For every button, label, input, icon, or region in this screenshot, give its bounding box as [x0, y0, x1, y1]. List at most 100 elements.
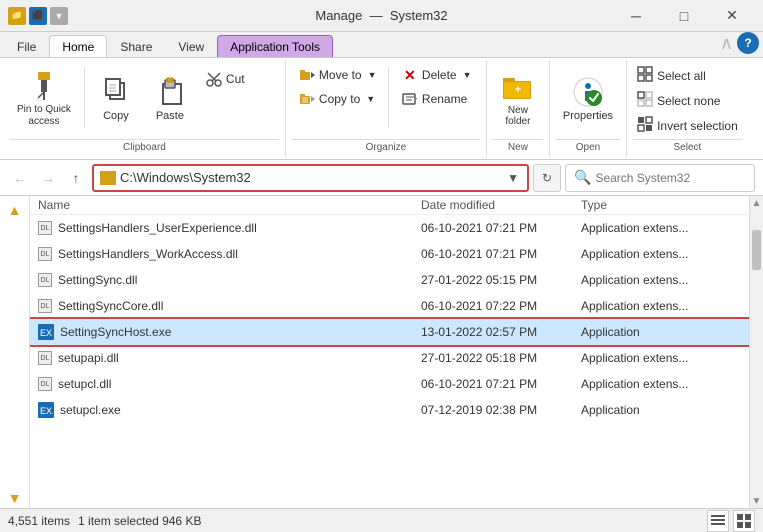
properties-button[interactable]: Properties: [556, 64, 620, 134]
file-type-cell: Application: [581, 403, 741, 417]
table-row[interactable]: DL SettingsHandlers_WorkAccess.dll 06-10…: [30, 241, 749, 267]
tab-home[interactable]: Home: [49, 35, 107, 57]
table-row[interactable]: EX setupcl.exe 07-12-2019 02:38 PM Appli…: [30, 397, 749, 423]
select-none-icon: [637, 91, 653, 110]
title-bar-controls: ─ □ ✕: [613, 1, 755, 31]
nav-panel: ▲ ▼: [0, 196, 30, 508]
tab-application-tools[interactable]: Application Tools: [217, 35, 333, 57]
file-date-cell: 06-10-2021 07:21 PM: [421, 377, 581, 391]
file-pane: ▲ ▼ Name Date modified Type DL SettingsH…: [0, 196, 763, 508]
minimize-button[interactable]: ─: [613, 1, 659, 31]
ribbon-collapse-icon[interactable]: ∧: [720, 33, 733, 54]
file-type-cell: Application extens...: [581, 351, 741, 365]
select-all-button[interactable]: Select all: [633, 64, 742, 87]
file-name-text: SettingSyncCore.dll: [58, 299, 163, 313]
address-input[interactable]: [120, 170, 501, 185]
file-date-cell: 06-10-2021 07:22 PM: [421, 299, 581, 313]
explorer-title: System32: [390, 8, 448, 23]
column-name[interactable]: Name: [38, 198, 421, 212]
large-icons-view-button[interactable]: [733, 510, 755, 532]
tab-bar: File Home Share View Application Tools ∧…: [0, 32, 763, 58]
address-dropdown-icon[interactable]: ▼: [505, 171, 521, 185]
table-row[interactable]: DL SettingSyncCore.dll 06-10-2021 07:22 …: [30, 293, 749, 319]
del-rename-col: ✕ Delete ▼ Rename: [395, 64, 480, 110]
tab-share[interactable]: Share: [107, 35, 165, 57]
back-button[interactable]: ←: [8, 166, 32, 190]
search-input[interactable]: [595, 171, 735, 185]
select-all-icon: [637, 66, 653, 85]
select-content: Select all Select none: [633, 64, 742, 137]
ribbon-group-open: Properties Open: [550, 60, 627, 157]
vertical-scrollbar[interactable]: ▲ ▼: [749, 196, 763, 508]
refresh-button[interactable]: ↻: [533, 164, 561, 192]
close-button[interactable]: ✕: [709, 1, 755, 31]
file-list: Name Date modified Type DL SettingsHandl…: [30, 196, 749, 508]
up-button[interactable]: ↑: [64, 166, 88, 190]
file-date-cell: 06-10-2021 07:21 PM: [421, 247, 581, 261]
tab-view[interactable]: View: [165, 35, 217, 57]
file-name-cell: DL SettingSyncCore.dll: [38, 299, 421, 313]
table-row[interactable]: DL SettingSync.dll 27-01-2022 05:15 PM A…: [30, 267, 749, 293]
delete-arrow: ▼: [463, 70, 472, 80]
table-row[interactable]: DL SettingsHandlers_UserExperience.dll 0…: [30, 215, 749, 241]
move-copy-col: Move to ▼ Copy to ▼: [292, 64, 382, 110]
select-items: Select all Select none: [633, 64, 742, 137]
open-label: Open: [556, 139, 620, 153]
title-bar-icons: 📁 ⬛ ▼: [8, 7, 68, 25]
forward-button[interactable]: →: [36, 166, 60, 190]
invert-selection-button[interactable]: Invert selection: [633, 114, 742, 137]
rename-label: Rename: [422, 92, 467, 106]
table-row[interactable]: DL setupapi.dll 27-01-2022 05:18 PM Appl…: [30, 345, 749, 371]
scroll-up-btn[interactable]: ▲: [750, 196, 763, 210]
new-folder-label: Newfolder: [505, 105, 530, 127]
rename-icon: [402, 91, 418, 107]
copy-label: Copy: [103, 110, 129, 122]
table-row[interactable]: DL setupcl.dll 06-10-2021 07:21 PM Appli…: [30, 371, 749, 397]
rename-button[interactable]: Rename: [395, 88, 480, 110]
ribbon-group-organize: Move to ▼ Copy to ▼: [286, 60, 487, 157]
column-date-modified[interactable]: Date modified: [421, 198, 581, 212]
delete-icon: ✕: [402, 67, 418, 83]
column-type[interactable]: Type: [581, 198, 741, 212]
file-name-cell: DL setupcl.dll: [38, 377, 421, 391]
file-type-cell: Application extens...: [581, 377, 741, 391]
clipboard-label: Clipboard: [10, 139, 279, 153]
details-view-button[interactable]: [707, 510, 729, 532]
file-type-cell: Application extens...: [581, 221, 741, 235]
pin-to-quick-access-button[interactable]: Pin to Quickaccess: [10, 64, 78, 134]
file-date-cell: 07-12-2019 02:38 PM: [421, 403, 581, 417]
scissors-icon: [206, 71, 222, 87]
select-none-button[interactable]: Select none: [633, 89, 742, 112]
new-folder-button[interactable]: + Newfolder: [493, 64, 543, 134]
scroll-thumb[interactable]: [752, 230, 761, 270]
select-none-label: Select none: [657, 94, 720, 108]
file-type-cell: Application extens...: [581, 273, 741, 287]
file-name-text: SettingSync.dll: [58, 273, 137, 287]
file-date-cell: 06-10-2021 07:21 PM: [421, 221, 581, 235]
properties-icon: [572, 76, 604, 108]
copy-to-button[interactable]: Copy to ▼: [292, 88, 382, 110]
nav-down-arrow[interactable]: ▼: [5, 488, 25, 508]
tab-file[interactable]: File: [4, 35, 49, 57]
file-name-text: SettingsHandlers_WorkAccess.dll: [58, 247, 238, 261]
paste-button[interactable]: Paste: [145, 64, 195, 134]
delete-button[interactable]: ✕ Delete ▼: [395, 64, 480, 86]
help-button[interactable]: ?: [737, 32, 759, 54]
nav-up-arrow[interactable]: ▲: [5, 200, 25, 220]
new-label: New: [493, 139, 543, 153]
svg-text:EX: EX: [40, 328, 52, 338]
new-content: + Newfolder: [493, 64, 543, 137]
table-row[interactable]: EX SettingSyncHost.exe 13-01-2022 02:57 …: [30, 319, 749, 345]
maximize-button[interactable]: □: [661, 1, 707, 31]
move-to-button[interactable]: Move to ▼: [292, 64, 382, 86]
file-type-cell: Application extens...: [581, 299, 741, 313]
address-input-wrap: ▼: [92, 164, 529, 192]
cut-button[interactable]: Cut: [199, 68, 279, 90]
properties-label: Properties: [563, 110, 613, 122]
clipboard-content: Pin to Quickaccess Copy: [10, 64, 279, 137]
scroll-down-btn[interactable]: ▼: [750, 494, 763, 508]
title-bar: 📁 ⬛ ▼ Manage — System32 ─ □ ✕: [0, 0, 763, 32]
file-date-cell: 27-01-2022 05:15 PM: [421, 273, 581, 287]
copy-button[interactable]: Copy: [91, 64, 141, 134]
selection-info: 1 item selected 946 KB: [78, 514, 201, 528]
